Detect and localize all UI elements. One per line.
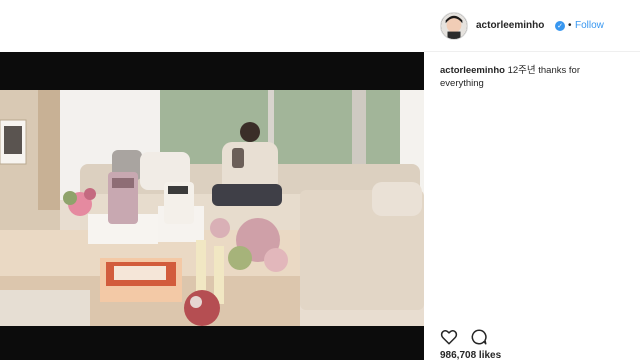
- post-media-frame: [0, 52, 424, 360]
- post-header: actorleeminho ✓ • Follow: [424, 0, 640, 52]
- post-caption: actorleeminho 12주년 thanks for everything: [440, 64, 620, 90]
- follow-button[interactable]: Follow: [575, 20, 604, 31]
- post-username[interactable]: actorleeminho: [476, 20, 544, 31]
- separator-dot: •: [568, 20, 572, 31]
- avatar[interactable]: [440, 12, 468, 40]
- comment-icon[interactable]: [470, 328, 488, 346]
- post-photo[interactable]: [0, 90, 424, 326]
- photo-scene: [0, 90, 424, 326]
- caption-username[interactable]: actorleeminho: [440, 65, 505, 76]
- heart-icon[interactable]: [440, 328, 458, 346]
- avatar-image: [441, 13, 467, 39]
- verified-badge-icon: ✓: [555, 21, 565, 31]
- post-sidebar: actorleeminho ✓ • Follow actorleeminho 1…: [424, 0, 640, 361]
- like-count[interactable]: 986,708 likes: [440, 350, 501, 361]
